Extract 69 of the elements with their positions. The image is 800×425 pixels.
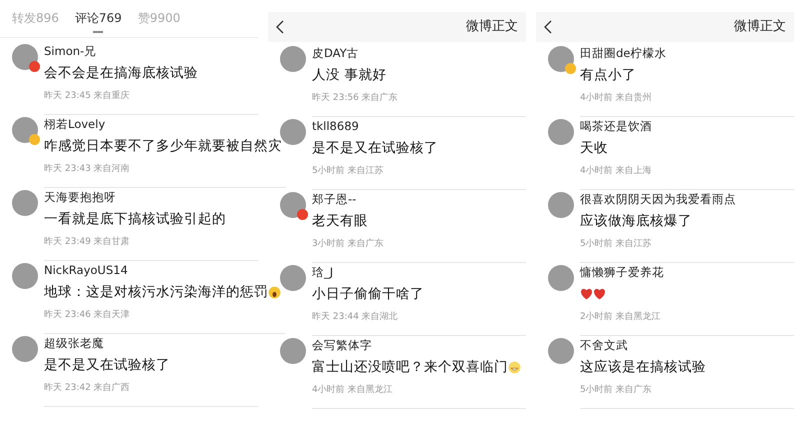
comment-meta: 昨天 23:43 来自河南 [44,163,131,175]
comment-text: 天收 [580,139,608,158]
back-icon[interactable] [276,20,284,34]
comment-meta: 昨天 23:45 来自重庆 [44,90,131,102]
avatar-placeholder[interactable] [548,119,574,145]
comment-text: 富士山还没喷吧？来个双喜临门 [312,358,508,377]
avatar-placeholder[interactable] [548,265,574,291]
comment-meta: 5小时前 来自广东 [580,384,653,396]
comment-text: 有点小了 [580,66,636,85]
avatar-placeholder[interactable] [12,263,38,289]
username[interactable]: 皮DAY古 [312,46,522,61]
username[interactable]: 栩若Lovely [44,117,282,132]
comment-meta: 5小时前 来自江苏 [312,165,385,177]
avatar-placeholder[interactable] [12,336,38,362]
emoji-grin-icon [508,360,521,374]
avatar-placeholder[interactable] [548,338,574,364]
comment-meta: 4小时前 来自黑龙江 [312,384,394,396]
username[interactable]: 慵懒狮子爱养花 [580,265,790,280]
emoji-face-icon [268,286,281,298]
avatar-placeholder[interactable] [280,192,306,218]
avatar-placeholder[interactable] [280,46,306,72]
username[interactable]: 不舍文武 [580,338,790,353]
avatar-placeholder[interactable] [548,46,574,72]
comment-text: 是不是又在试验核了 [312,139,438,158]
comment-meta: 昨天 23:46 来自天津 [44,309,131,321]
comment-meta: 昨天 23:42 来自广西 [44,382,131,394]
comment-text: 一看就是底下搞核试验引起的 [44,210,226,229]
username[interactable]: 喝茶还是饮酒 [580,119,790,134]
avatar-placeholder[interactable] [12,117,38,143]
comment-text: 咋感觉日本要不了多少年就要被自然灾 [44,137,282,156]
tab-underline [93,31,104,33]
avatar-placeholder[interactable] [12,190,38,216]
comment-meta: 4小时前 来自上海 [580,165,653,177]
comment-text: 这应该是在搞核试验 [580,358,706,377]
username[interactable]: 会写繁体字 [312,338,522,353]
comment-meta: 昨天 23:44 来自湖北 [312,311,399,323]
avatar-placeholder[interactable] [12,44,38,70]
username[interactable]: 很喜欢阴阴天因为我爱看雨点 [580,192,790,207]
username[interactable]: tkll8689 [312,119,522,134]
comment-text: 地球：这是对核污水污染海洋的惩罚 [44,283,268,302]
comment-meta: 昨天 23:49 来自甘肃 [44,236,131,248]
username[interactable]: 天海要抱抱呀 [44,190,254,205]
username[interactable]: NickRayoUS14 [44,263,281,278]
avatar-placeholder[interactable] [280,338,306,364]
comment-text: 人没 事就好 [312,66,386,85]
avatar-placeholder[interactable] [280,265,306,291]
avatar-placeholder[interactable] [280,119,306,145]
username[interactable]: 琀_J [312,265,522,280]
username[interactable]: 郑子恩-- [312,192,522,207]
comment-text: 老天有眼 [312,212,368,231]
comment-meta: 2小时前 来自黑龙江 [580,311,662,323]
comment-meta: 3小时前 来自广东 [312,238,385,250]
username[interactable]: 田甜圈de柠檬水 [580,46,790,61]
avatar-placeholder[interactable] [548,192,574,218]
comment-meta: 5小时前 来自江苏 [580,238,653,250]
comment-meta: 昨天 23:56 来自广东 [312,92,399,104]
username[interactable]: Simon-兄 [44,44,254,59]
comment-text: 小日子偷偷干啥了 [312,285,424,304]
comment-text: 应该做海底核爆了 [580,212,692,231]
comment-text: 会不会是在搞海底核试验 [44,64,198,83]
username[interactable]: 超级张老魔 [44,336,254,351]
tab[interactable]: 评论769 [74,7,122,29]
comment-text: 是不是又在试验核了 [44,356,170,375]
page-title: 微博正文 [734,18,786,36]
comment-meta: 4小时前 来自贵州 [580,92,653,104]
page-title: 微博正文 [466,18,518,36]
heart-icon [580,288,593,300]
heart-icon [593,288,606,300]
back-icon[interactable] [544,20,552,34]
